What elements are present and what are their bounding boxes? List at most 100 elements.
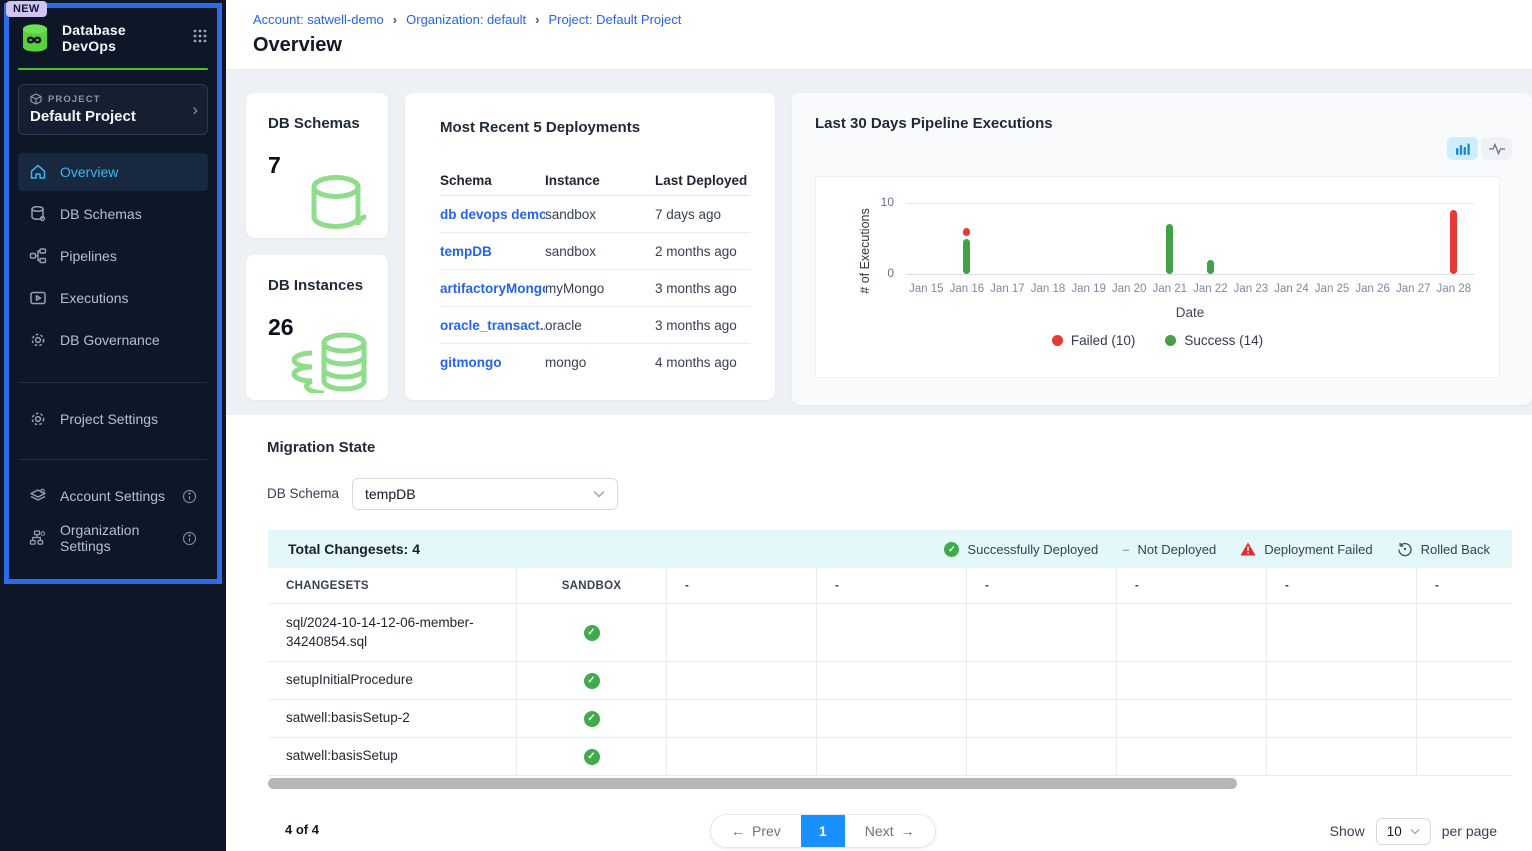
sidebar-item-project-settings[interactable]: Project Settings: [18, 400, 208, 438]
x-tick-label: Jan 25: [1315, 283, 1350, 295]
pipeline-executions-card: Last 30 Days Pipeline Executions: [792, 93, 1532, 405]
next-label: Next: [865, 823, 894, 839]
next-button[interactable]: Next →: [845, 815, 935, 847]
column-header: -: [817, 568, 967, 604]
project-label-row: PROJECT: [30, 93, 181, 105]
column-header: -: [967, 568, 1117, 604]
x-tick-label: Jan 15: [909, 283, 944, 295]
app-grid-icon[interactable]: [192, 28, 208, 49]
legend-item-failed: Failed (10): [1052, 333, 1136, 348]
instance-cell: oracle: [545, 318, 655, 333]
check-circle-icon: ✓: [584, 673, 600, 689]
changesets-header: CHANGESETS SANDBOX - - - - - -: [268, 568, 1512, 604]
y-tick-label: 10: [868, 195, 894, 209]
legend-successfully-deployed: ✓ Successfully Deployed: [944, 542, 1098, 557]
chart-bar-slot: Jan 20: [1109, 203, 1150, 295]
org-gear-icon: [29, 529, 47, 547]
info-icon[interactable]: [182, 531, 197, 546]
chart-bar-slot: Jan 19: [1068, 203, 1109, 295]
project-label: PROJECT: [48, 94, 101, 105]
chart-bar-slot: Jan 22: [1190, 203, 1231, 295]
schema-link[interactable]: tempDB: [440, 244, 545, 259]
sidebar-item-pipelines[interactable]: Pipelines: [18, 237, 208, 275]
cube-icon: [30, 93, 42, 105]
sidebar-item-executions[interactable]: Executions: [18, 279, 208, 317]
table-row: oracle_transact... oracle 3 months ago: [440, 307, 750, 344]
x-tick-label: Jan 17: [990, 283, 1025, 295]
line-chart-toggle-button[interactable]: [1481, 137, 1512, 160]
page-1-button[interactable]: 1: [801, 815, 845, 847]
migration-heading: Migration State: [267, 439, 375, 456]
prev-label: Prev: [752, 823, 781, 839]
sidebar-item-account-settings[interactable]: Account Settings: [18, 477, 208, 515]
main-content: Account: satwell-demo › Organization: de…: [226, 0, 1532, 851]
x-tick-label: Jan 20: [1112, 283, 1147, 295]
changesets-body: sql/2024-10-14-12-06-member-34240854.sql…: [268, 604, 1512, 776]
column-header: -: [1117, 568, 1267, 604]
sidebar-item-db-schemas[interactable]: DB Schemas: [18, 195, 208, 233]
overview-cards-band: DB Schemas 7 DB Instances 26: [226, 70, 1532, 415]
instance-cell: sandbox: [545, 244, 655, 259]
check-circle-icon: ✓: [584, 711, 600, 727]
recent-deployments-card: Most Recent 5 Deployments Schema Instanc…: [405, 93, 775, 400]
table-row: tempDB sandbox 2 months ago: [440, 233, 750, 270]
prev-button[interactable]: ← Prev: [711, 815, 801, 847]
sidebar: NEW Database DevOps: [0, 0, 226, 851]
column-header: SANDBOX: [517, 568, 667, 604]
schema-link[interactable]: db devops demo: [440, 207, 545, 222]
info-icon[interactable]: [182, 489, 197, 504]
sidebar-item-db-governance[interactable]: DB Governance: [18, 321, 208, 359]
per-page-label: per page: [1442, 823, 1497, 839]
legend-deployment-failed: Deployment Failed: [1240, 542, 1372, 557]
page-size-value: 10: [1387, 824, 1402, 839]
total-changesets-label: Total Changesets: 4: [288, 541, 420, 557]
chart-legend: Failed (10) Success (14): [816, 333, 1499, 348]
legend-label: Deployment Failed: [1264, 542, 1372, 557]
database-icon: [29, 205, 47, 223]
page-title: Overview: [253, 34, 1532, 57]
bar-chart-toggle-button[interactable]: [1447, 137, 1478, 160]
table-row: gitmongo mongo 4 months ago: [440, 344, 750, 381]
sidebar-item-label: Pipelines: [60, 248, 117, 264]
success-dot-icon: [1165, 335, 1176, 346]
home-icon: [29, 163, 47, 181]
column-header: Last Deployed: [655, 173, 750, 188]
chart-bar-slot: Jan 21: [1149, 203, 1190, 295]
column-header: Instance: [545, 173, 655, 188]
x-tick-label: Jan 27: [1396, 283, 1431, 295]
page-size-control: Show 10 per page: [1330, 814, 1497, 848]
x-tick-label: Jan 26: [1355, 283, 1390, 295]
horizontal-scrollbar: [268, 778, 1512, 789]
sidebar-item-overview[interactable]: Overview: [18, 153, 208, 191]
page-size-select[interactable]: 10: [1376, 818, 1431, 845]
deployed-cell: 2 months ago: [655, 244, 750, 259]
bar-segment-failed: [1450, 210, 1457, 274]
sidebar-item-organization-settings[interactable]: Organization Settings: [18, 519, 208, 557]
scrollbar-thumb[interactable]: [268, 778, 1237, 789]
chevron-right-icon: ›: [192, 100, 198, 120]
breadcrumb-account-link[interactable]: Account: satwell-demo: [253, 12, 384, 27]
schema-link[interactable]: artifactoryMongo: [440, 281, 545, 296]
show-label: Show: [1330, 823, 1365, 839]
schema-link[interactable]: gitmongo: [440, 355, 545, 370]
x-tick-label: Jan 23: [1234, 283, 1269, 295]
arrow-right-icon: →: [901, 823, 915, 839]
sidebar-item-label: Executions: [60, 290, 128, 306]
x-tick-label: Jan 19: [1071, 283, 1106, 295]
db-schema-select[interactable]: tempDB: [352, 478, 618, 510]
legend-rolled-back: Rolled Back: [1397, 541, 1490, 557]
breadcrumb: Account: satwell-demo › Organization: de…: [253, 12, 1532, 27]
bar-segment-failed: [963, 228, 970, 235]
project-selector[interactable]: PROJECT Default Project ›: [18, 84, 208, 135]
sidebar-item-label: DB Governance: [60, 332, 160, 348]
breadcrumb-organization-link[interactable]: Organization: default: [406, 12, 526, 27]
schema-link[interactable]: oracle_transact...: [440, 318, 545, 333]
changesets-scroll-area[interactable]: CHANGESETS SANDBOX - - - - - -: [268, 568, 1512, 776]
deployments-title: Most Recent 5 Deployments: [440, 119, 750, 136]
breadcrumb-project-link[interactable]: Project: Default Project: [548, 12, 681, 27]
page-header: Account: satwell-demo › Organization: de…: [226, 0, 1532, 70]
row-count: 4 of 4: [285, 822, 319, 837]
column-header: Schema: [440, 173, 545, 188]
table-row: setupInitialProcedure ✓: [268, 662, 1512, 700]
sidebar-divider: [19, 382, 207, 383]
